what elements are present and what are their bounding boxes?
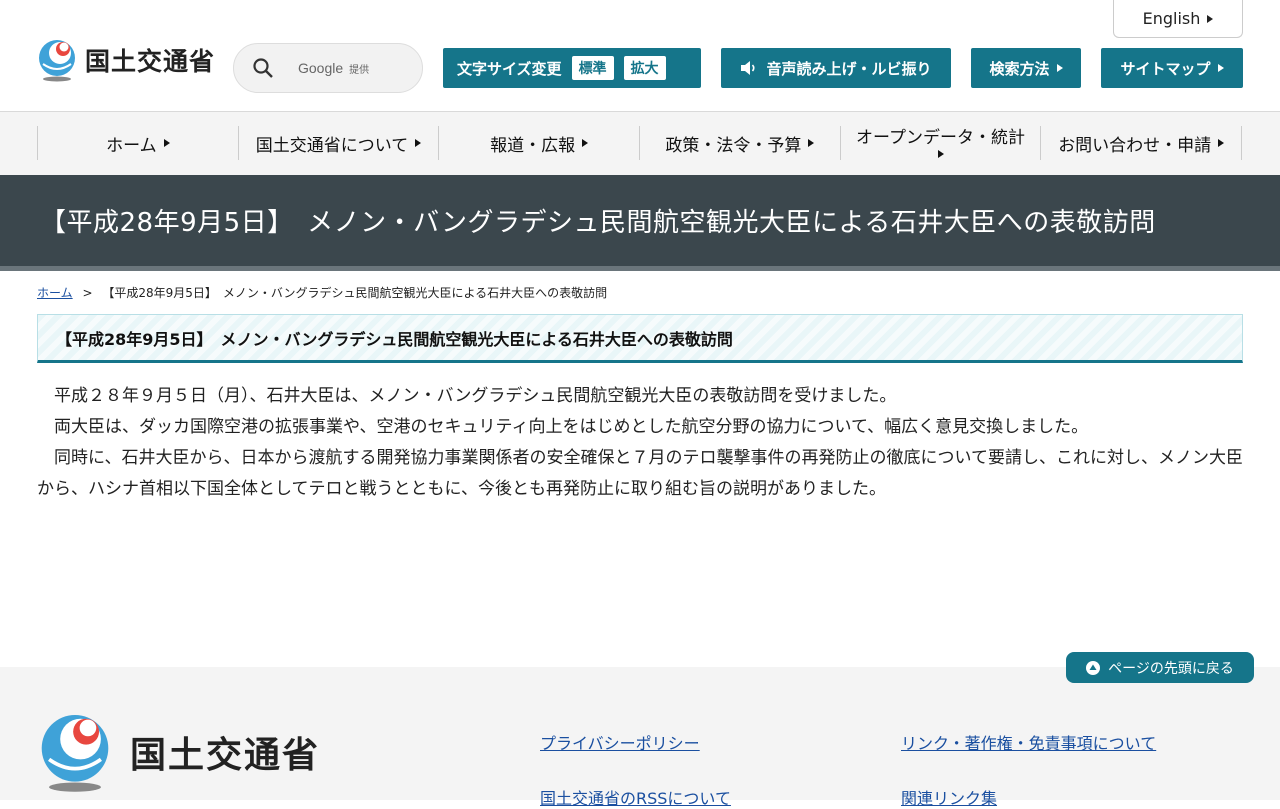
arrow-right-icon xyxy=(937,150,944,158)
provided-label: 提供 xyxy=(349,64,370,76)
breadcrumb-separator: > xyxy=(82,286,93,300)
arrow-right-icon xyxy=(582,139,589,147)
arrow-right-icon xyxy=(1056,64,1063,72)
nav-item-home[interactable]: ホーム xyxy=(37,126,238,160)
nav-item-policy[interactable]: 政策・法令・予算 xyxy=(639,126,840,160)
breadcrumb-home-link[interactable]: ホーム xyxy=(37,286,73,300)
page-top-button[interactable]: ページの先頭に戻る xyxy=(1066,652,1254,683)
font-size-standard-button[interactable]: 標準 xyxy=(571,56,614,80)
article-body: 平成２８年９月５日（月）、石井大臣は、メノン・バングラデシュ民間航空観光大臣の表… xyxy=(37,381,1243,505)
site-logo[interactable]: 国土交通省 xyxy=(37,38,215,82)
footer-logo-text: 国土交通省 xyxy=(130,735,321,776)
arrow-right-icon xyxy=(415,139,422,147)
page-top-label: ページの先頭に戻る xyxy=(1108,660,1234,677)
copyright-link[interactable]: リンク・著作権・免責事項について xyxy=(901,730,1156,754)
site-search-box[interactable]: Google 提供 xyxy=(233,43,423,93)
voice-ruby-label: 音声読み上げ・ルビ振り xyxy=(766,59,932,78)
nav-item-opendata[interactable]: オープンデータ・統計 xyxy=(839,126,1041,160)
nav-item-about[interactable]: 国土交通省について xyxy=(237,126,439,160)
related-links-link[interactable]: 関連リンク集 xyxy=(901,785,997,809)
nav-item-label: 政策・法令・予算 xyxy=(665,135,802,156)
voice-ruby-button[interactable]: 音声読み上げ・ルビ振り xyxy=(721,48,951,88)
mlit-logo-icon xyxy=(41,715,109,792)
article-paragraph: 平成２８年９月５日（月）、石井大臣は、メノン・バングラデシュ民間航空観光大臣の表… xyxy=(54,386,897,406)
section-heading: 【平成28年9月5日】 メノン・バングラデシュ民間航空観光大臣による石井大臣への… xyxy=(37,314,1243,363)
mlit-logo-icon xyxy=(39,40,75,82)
arrow-right-icon xyxy=(163,139,170,147)
sitemap-button[interactable]: サイトマップ xyxy=(1101,48,1243,88)
rss-link[interactable]: 国土交通省のRSSについて xyxy=(540,785,731,809)
article-paragraph: 両大臣は、ダッカ国際空港の拡張事業や、空港のセキュリティ向上をはじめとした航空分… xyxy=(54,417,1089,437)
nav-item-label: オープンデータ・統計 xyxy=(856,128,1026,148)
site-footer: 国土交通省 プライバシーポリシー リンク・著作権・免責事項について 国土交通省の… xyxy=(0,667,1280,808)
search-method-button[interactable]: 検索方法 xyxy=(971,48,1081,88)
privacy-policy-link[interactable]: プライバシーポリシー xyxy=(540,730,700,754)
nav-item-contact[interactable]: お問い合わせ・申請 xyxy=(1040,126,1243,160)
english-label: English xyxy=(1142,9,1201,28)
arrow-right-icon xyxy=(1207,14,1214,23)
search-icon[interactable] xyxy=(252,57,274,79)
site-header: 国土交通省 Google 提供 English 文字サイズ変更 標準 拡大 音声… xyxy=(0,0,1280,112)
page-title-banner: 【平成28年9月5日】 メノン・バングラデシュ民間航空観光大臣による石井大臣への… xyxy=(0,175,1280,271)
search-method-label: 検索方法 xyxy=(989,59,1050,78)
global-nav: ホーム 国土交通省について 報道・広報 政策・法令・予算 オープンデータ・統計 … xyxy=(0,112,1280,175)
nav-item-label: ホーム xyxy=(106,135,157,156)
speaker-icon xyxy=(741,61,756,75)
breadcrumb: ホーム > 【平成28年9月5日】 メノン・バングラデシュ民間航空観光大臣による… xyxy=(37,284,607,301)
logo-text: 国土交通省 xyxy=(85,47,216,76)
page-title: 【平成28年9月5日】 メノン・バングラデシュ民間航空観光大臣による石井大臣への… xyxy=(40,208,1156,238)
font-size-large-button[interactable]: 拡大 xyxy=(623,56,666,80)
google-label: Google xyxy=(298,60,344,76)
breadcrumb-current: 【平成28年9月5日】 メノン・バングラデシュ民間航空観光大臣による石井大臣への… xyxy=(102,286,608,300)
font-size-label: 文字サイズ変更 xyxy=(457,59,562,78)
english-link[interactable]: English xyxy=(1113,0,1243,38)
footer-logo[interactable]: 国土交通省 xyxy=(38,710,320,794)
sitemap-label: サイトマップ xyxy=(1120,59,1211,78)
article-paragraph: 同時に、石井大臣から、日本から渡航する開発協力事業関係者の安全確保と７月のテロ襲… xyxy=(37,448,1243,499)
nav-item-label: お問い合わせ・申請 xyxy=(1058,135,1212,156)
arrow-right-icon xyxy=(808,139,815,147)
arrow-up-circle-icon xyxy=(1086,660,1101,675)
arrow-right-icon xyxy=(1217,64,1224,72)
nav-item-label: 報道・広報 xyxy=(490,135,576,156)
nav-item-label: 国土交通省について xyxy=(255,135,409,156)
arrow-right-icon xyxy=(1218,139,1225,147)
font-size-control: 文字サイズ変更 標準 拡大 xyxy=(443,48,701,88)
nav-item-press[interactable]: 報道・広報 xyxy=(438,126,639,160)
